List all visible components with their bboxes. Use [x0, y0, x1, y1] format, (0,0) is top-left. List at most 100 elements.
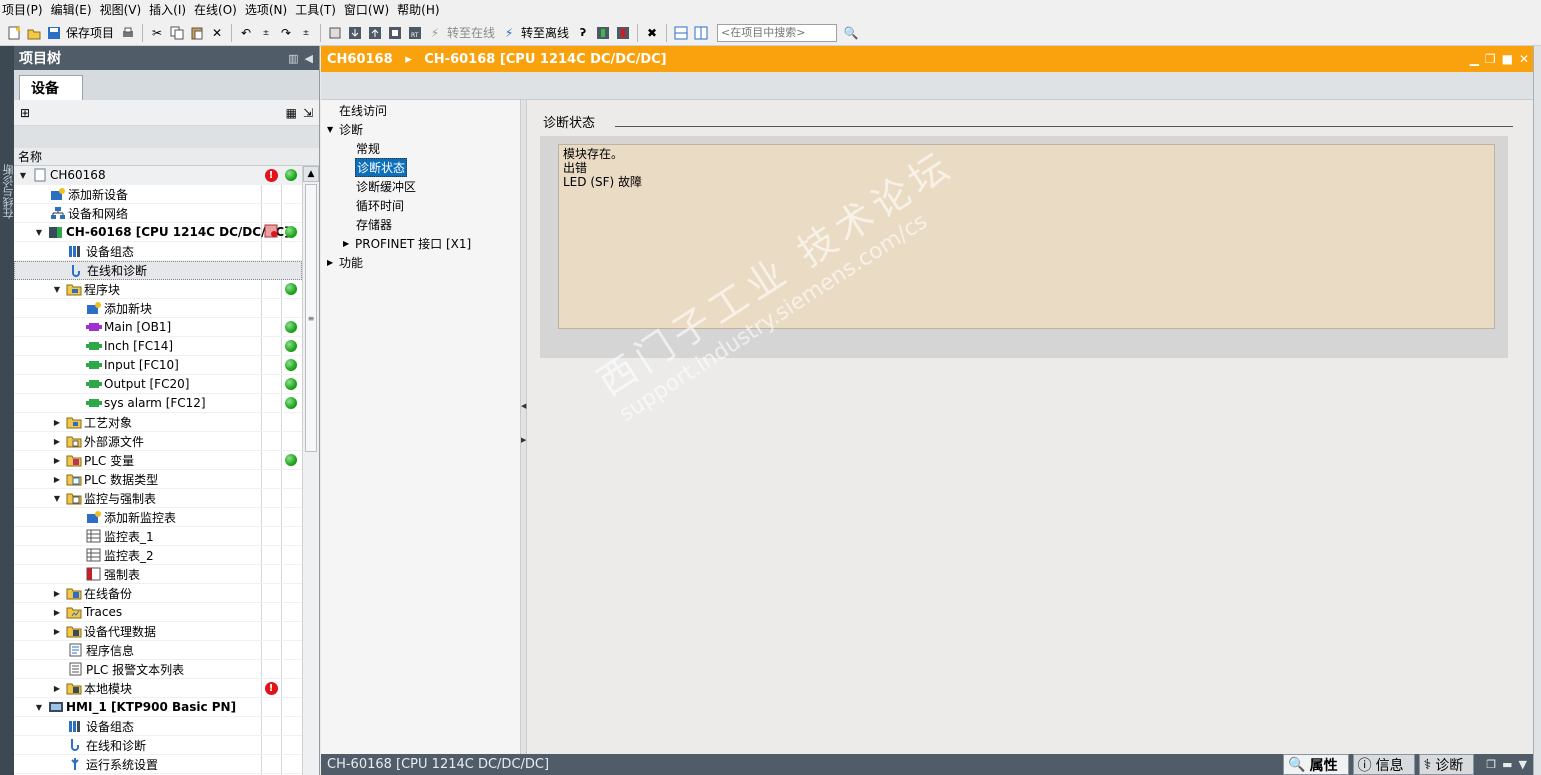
- tab-devices[interactable]: 设备: [19, 75, 83, 100]
- collapsed-arrow-icon[interactable]: ▶: [343, 239, 355, 248]
- tab-diagnostics[interactable]: ⚕ 诊断: [1418, 754, 1475, 775]
- tree-node-plc[interactable]: ▼ CH-60168 [CPU 1214C DC/DC/DC]: [14, 223, 302, 242]
- tree-node-block[interactable]: sys alarm [FC12]: [14, 394, 302, 413]
- menu-edit[interactable]: 编辑(E): [49, 0, 98, 20]
- expanded-arrow-icon[interactable]: ▼: [52, 493, 62, 503]
- nav-diagnostic-status[interactable]: 诊断状态: [355, 158, 408, 177]
- tree-node-local-modules[interactable]: ▶ 本地模块 !: [14, 679, 302, 698]
- expand-right-arrow-icon[interactable]: ▶: [521, 434, 526, 446]
- minimize-icon[interactable]: ▁: [1470, 52, 1479, 66]
- tree-node-project[interactable]: ▼ CH60168 !: [14, 166, 302, 185]
- go-offline-icon[interactable]: ⚡: [501, 25, 517, 41]
- split-vertical-icon[interactable]: [693, 25, 709, 41]
- collapsed-arrow-icon[interactable]: ▶: [52, 474, 62, 484]
- simulation-rt-icon[interactable]: RT: [407, 25, 423, 41]
- collapse-panel-icon[interactable]: ◀: [305, 52, 313, 65]
- menu-view[interactable]: 视图(V): [98, 0, 148, 20]
- save-project-button[interactable]: 保存项目: [66, 24, 114, 41]
- accessible-devices-icon[interactable]: ʔ: [575, 25, 591, 41]
- search-icon[interactable]: 🔍: [843, 25, 859, 41]
- tree-node-hmi[interactable]: ▼ HMI_1 [KTP900 Basic PN]: [14, 698, 302, 717]
- undo-dropdown-icon[interactable]: ±: [258, 25, 274, 41]
- upload-icon[interactable]: [367, 25, 383, 41]
- nav-functions[interactable]: ▶ 功能: [327, 254, 363, 271]
- save-icon[interactable]: [46, 25, 62, 41]
- compile-icon[interactable]: [327, 25, 343, 41]
- tree-node-plc-data-types[interactable]: ▶ PLC 数据类型: [14, 470, 302, 489]
- undo-icon[interactable]: ↶: [238, 25, 254, 41]
- tree-node-devices-networks[interactable]: 设备和网络: [14, 204, 302, 223]
- breadcrumb-device[interactable]: CH-60168 [CPU 1214C DC/DC/DC]: [424, 52, 666, 67]
- nav-memory[interactable]: 存储器: [356, 216, 392, 233]
- collapsed-arrow-icon[interactable]: ▶: [52, 683, 62, 693]
- menu-project[interactable]: 项目(P): [0, 0, 49, 20]
- collapsed-arrow-icon[interactable]: ▶: [52, 626, 62, 636]
- maximize-icon[interactable]: ▬: [1502, 758, 1512, 771]
- collapse-down-icon[interactable]: ▼: [1519, 758, 1527, 771]
- menu-options[interactable]: 选项(N): [243, 0, 293, 20]
- tree-node-plc-tags[interactable]: ▶ PLC 变量: [14, 451, 302, 470]
- tree-node-device-config[interactable]: 设备组态: [14, 242, 302, 261]
- collapsed-arrow-icon[interactable]: ▶: [52, 607, 62, 617]
- scroll-thumb[interactable]: ≡: [305, 184, 317, 452]
- copy-icon[interactable]: [169, 25, 185, 41]
- tree-node-program-info[interactable]: 程序信息: [14, 641, 302, 660]
- tree-node-external-sources[interactable]: ▶ 外部源文件: [14, 432, 302, 451]
- print-icon[interactable]: [120, 25, 136, 41]
- go-online-button[interactable]: 转至在线: [447, 24, 495, 41]
- expanded-arrow-icon[interactable]: ▼: [18, 170, 28, 180]
- menu-tools[interactable]: 工具(T): [293, 0, 342, 20]
- tree-node-online-diagnostics[interactable]: 在线和诊断: [14, 736, 302, 755]
- tree-scrollbar[interactable]: ▲ ≡: [302, 166, 319, 775]
- close-icon[interactable]: ✕: [1519, 52, 1529, 66]
- tree-node-watch-force-tables[interactable]: ▼ 监控与强制表: [14, 489, 302, 508]
- tree-node-add-block[interactable]: 添加新块: [14, 299, 302, 318]
- project-search-input[interactable]: [717, 23, 838, 42]
- scroll-up-arrow-icon[interactable]: ▲: [303, 166, 319, 182]
- tab-info[interactable]: ⓘ 信息: [1352, 754, 1415, 775]
- restore-icon[interactable]: ❐: [1485, 52, 1496, 66]
- new-project-icon[interactable]: [6, 25, 22, 41]
- menu-insert[interactable]: 插入(I): [147, 0, 192, 20]
- expanded-arrow-icon[interactable]: ▼: [34, 702, 44, 712]
- download-icon[interactable]: [347, 25, 363, 41]
- nav-diagnostic-buffer[interactable]: 诊断缓冲区: [356, 178, 416, 195]
- expanded-arrow-icon[interactable]: ▼: [327, 125, 339, 134]
- tree-view-icon[interactable]: ⊞: [20, 106, 30, 120]
- start-simulation-icon[interactable]: [387, 25, 403, 41]
- menu-help[interactable]: 帮助(H): [395, 0, 445, 20]
- delete-icon[interactable]: ✕: [209, 25, 225, 41]
- tree-node-online-diagnostics[interactable]: 在线和诊断: [14, 261, 302, 280]
- open-project-icon[interactable]: [26, 25, 42, 41]
- tree-node-force-table[interactable]: 强制表: [14, 565, 302, 584]
- tree-node-block[interactable]: Input [FC10]: [14, 356, 302, 375]
- tab-properties[interactable]: 🔍 属性: [1283, 754, 1349, 775]
- dock-icon[interactable]: ▥: [288, 52, 298, 65]
- tree-node-block[interactable]: Output [FC20]: [14, 375, 302, 394]
- tree-node-program-blocks[interactable]: ▼ 程序块: [14, 280, 302, 299]
- split-horizontal-icon[interactable]: [673, 25, 689, 41]
- cross-reference-icon[interactable]: ✖: [644, 25, 660, 41]
- column-name-header[interactable]: 名称: [14, 148, 319, 165]
- collapsed-arrow-icon[interactable]: ▶: [327, 258, 339, 267]
- overview-icon[interactable]: ▦: [286, 106, 297, 120]
- expanded-arrow-icon[interactable]: ▼: [52, 284, 62, 294]
- nav-profinet-interface[interactable]: ▶ PROFINET 接口 [X1]: [343, 235, 471, 252]
- collapsed-arrow-icon[interactable]: ▶: [52, 436, 62, 446]
- menu-online[interactable]: 在线(O): [192, 0, 243, 20]
- collapse-left-arrow-icon[interactable]: ◀: [521, 400, 526, 412]
- tree-node-device-config[interactable]: 设备组态: [14, 717, 302, 736]
- tree-node-runtime-settings[interactable]: 运行系统设置: [14, 755, 302, 774]
- stop-cpu-icon[interactable]: [615, 25, 631, 41]
- tree-node-block[interactable]: Main [OB1]: [14, 318, 302, 337]
- menu-window[interactable]: 窗口(W): [342, 0, 395, 20]
- start-cpu-icon[interactable]: [595, 25, 611, 41]
- go-offline-button[interactable]: 转至离线: [521, 24, 569, 41]
- tree-node-watch-table[interactable]: 监控表_2: [14, 546, 302, 565]
- nav-online-access[interactable]: 在线访问: [339, 102, 387, 119]
- restore-icon[interactable]: ❐: [1486, 758, 1496, 771]
- collapsed-arrow-icon[interactable]: ▶: [52, 455, 62, 465]
- nav-diagnostics[interactable]: ▼ 诊断: [327, 121, 363, 138]
- collapsed-arrow-icon[interactable]: ▶: [52, 417, 62, 427]
- redo-dropdown-icon[interactable]: ±: [298, 25, 314, 41]
